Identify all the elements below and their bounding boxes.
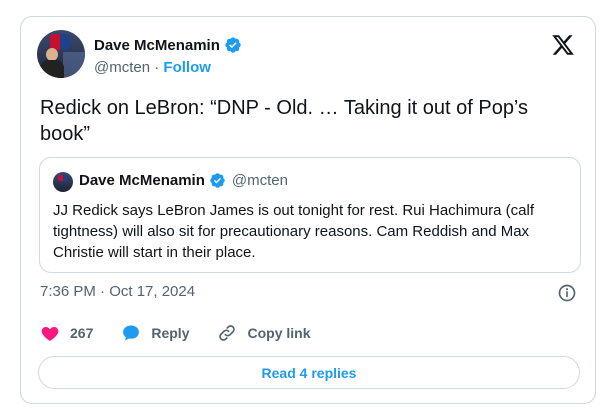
quoted-author-name: Dave McMenamin [79,172,205,189]
quoted-tweet-text: JJ Redick says LeBron James is out tonig… [53,202,535,261]
link-icon [219,325,236,341]
heart-icon [41,327,59,341]
tweet-text: Redick on LeBron: “DNP - Old. … Taking i… [40,97,529,145]
reply-button[interactable]: Reply [121,323,189,343]
copy-link-label: Copy link [247,325,311,341]
speech-bubble-icon [123,325,140,341]
quoted-author-handle: @mcten [231,172,288,189]
author-name-row: Dave McMenamin [94,36,242,54]
x-logo-icon[interactable] [551,33,575,57]
like-button[interactable]: 267 [40,323,93,343]
tweet-timestamp[interactable]: 7:36 PM · Oct 17, 2024 [40,283,195,300]
like-count: 267 [70,325,94,341]
author-avatar[interactable] [37,30,85,78]
follow-button[interactable]: Follow [163,59,211,76]
action-bar: 267 Reply Copy link [40,323,339,343]
author-name[interactable]: Dave McMenamin [94,37,220,54]
reply-label: Reply [151,325,190,341]
read-replies-button[interactable]: Read 4 replies [38,356,580,389]
quoted-tweet[interactable]: Dave McMenamin @mcten JJ Redick says LeB… [39,157,581,273]
quoted-author-avatar [53,172,73,192]
author-handle-row: @mcten · Follow [94,59,211,76]
verified-badge-icon [210,173,225,188]
copy-link-button[interactable]: Copy link [217,323,311,343]
tweet-card: Dave McMenamin @mcten · Follow Redick on… [20,16,596,404]
quoted-author-row: Dave McMenamin @mcten [79,172,288,189]
info-icon[interactable] [557,283,577,303]
author-handle[interactable]: @mcten [94,59,150,76]
separator: · [154,59,160,76]
verified-badge-icon [225,37,241,53]
